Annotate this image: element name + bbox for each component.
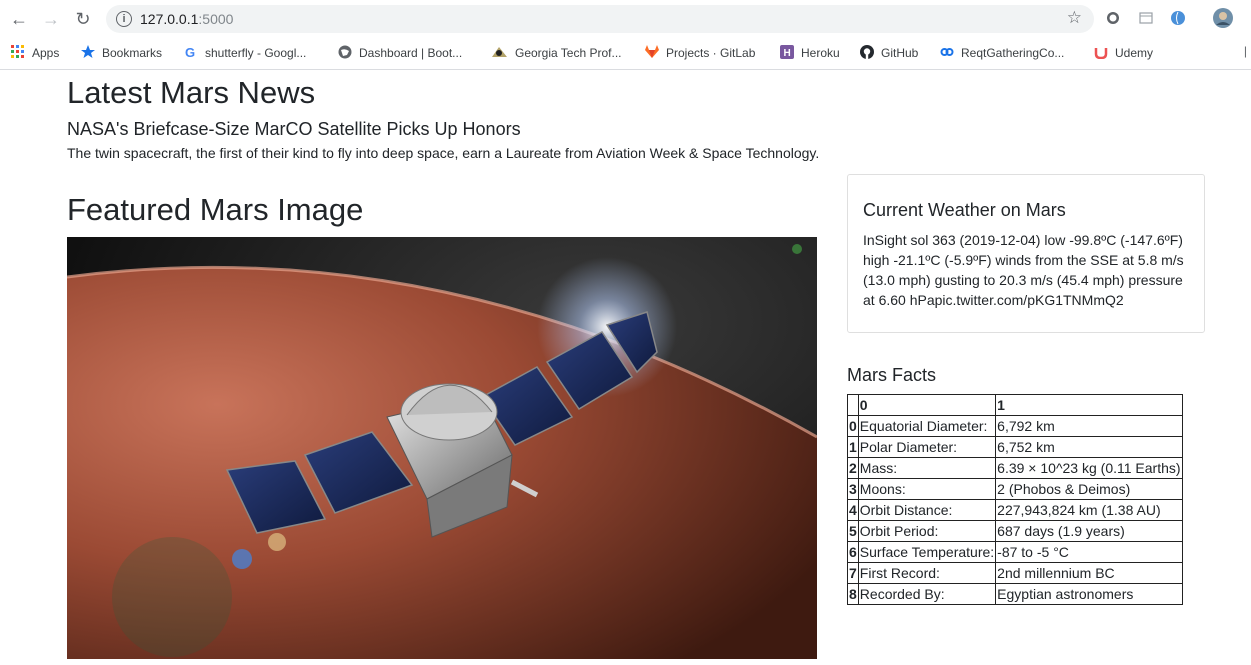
svg-text:H: H — [784, 48, 791, 59]
bookmark-gitlab[interactable]: Projects · GitLab — [645, 44, 755, 62]
link-icon — [940, 48, 954, 56]
svg-text:G: G — [185, 45, 195, 59]
bookmark-shutterfly[interactable]: Gshutterfly - Googl... — [184, 44, 306, 62]
column-header: 1 — [995, 394, 1183, 416]
table-row: 7 First Record: 2nd millennium BC — [847, 562, 1183, 584]
row-index: 2 — [847, 457, 859, 479]
news-title: NASA's Briefcase-Size MarCO Satellite Pi… — [67, 119, 521, 139]
bookmark-label: Bookmarks — [102, 46, 163, 60]
weather-heading: Current Weather on Mars — [863, 200, 1066, 220]
index-header — [847, 394, 859, 416]
fact-label: Orbit Period: — [857, 520, 997, 542]
mars-facts-heading: Mars Facts — [847, 365, 937, 385]
row-index: 5 — [847, 520, 859, 542]
google-icon: G — [185, 45, 195, 59]
fact-value: 6,752 km — [995, 436, 1183, 458]
bookmark-dashboard[interactable]: Dashboard | Boot... — [338, 44, 462, 62]
site-info-icon[interactable]: i — [116, 11, 132, 27]
forward-arrow-icon[interactable]: → — [40, 8, 62, 30]
bookmark-label: Dashboard | Boot... — [359, 46, 463, 60]
bookmark-udemy[interactable]: Udemy — [1094, 44, 1153, 62]
latest-news-heading: Latest Mars News — [67, 75, 316, 110]
extension-circle-icon[interactable] — [1105, 10, 1121, 26]
mars-facts-table: 0 1 0 Equatorial Diameter: 6,792 km 1 Polar… — [847, 394, 1183, 605]
bookmark-heroku[interactable]: H Heroku — [780, 44, 840, 62]
fact-value: -87 to -5 °C — [995, 541, 1183, 563]
bookmark-apps[interactable]: Apps — [11, 44, 59, 62]
row-index: 1 — [847, 436, 859, 458]
bookmark-bookmarks[interactable]: Bookmarks — [81, 44, 162, 62]
row-index: 8 — [847, 583, 859, 605]
fact-label: Mass: — [857, 457, 997, 479]
bookmark-reqt-gathering[interactable]: ReqtGatheringCo... — [940, 44, 1064, 62]
table-row: 2 Mass: 6.39 × 10^23 kg (0.11 Earths) — [847, 457, 1183, 479]
row-index: 7 — [847, 562, 859, 584]
bookmark-label: Udemy — [1115, 46, 1154, 60]
row-index: 0 — [847, 415, 859, 437]
bookmarks-overflow-icon[interactable]: | — [1244, 44, 1247, 58]
featured-mars-image — [67, 237, 817, 659]
bookmark-label: Projects · GitLab — [666, 46, 756, 60]
row-index: 3 — [847, 478, 859, 500]
weather-card: Current Weather on Mars InSight sol 363 … — [847, 174, 1205, 333]
fact-value: 2 (Phobos & Deimos) — [995, 478, 1183, 500]
fact-value: 6.39 × 10^23 kg (0.11 Earths) — [995, 457, 1183, 479]
back-arrow-icon[interactable]: ← — [8, 8, 30, 30]
bookmark-star-icon[interactable]: ☆ — [1067, 8, 1082, 28]
udemy-icon — [1094, 48, 1108, 59]
address-bar[interactable]: i 127.0.0.1:5000 ☆ — [106, 5, 1094, 33]
extension-globe-icon[interactable] — [1170, 10, 1186, 26]
fact-label: First Record: — [857, 562, 997, 584]
fact-label: Recorded By: — [857, 583, 997, 605]
bookmark-label: Georgia Tech Prof... — [515, 46, 622, 60]
table-row: 1 Polar Diameter: 6,752 km — [847, 436, 1183, 458]
globe-icon — [338, 45, 352, 59]
fact-value: 2nd millennium BC — [995, 562, 1183, 584]
row-index: 4 — [847, 499, 859, 521]
featured-image-heading: Featured Mars Image — [67, 192, 364, 227]
bookmark-georgia-tech[interactable]: Georgia Tech Prof... — [491, 44, 622, 62]
fact-label: Polar Diameter: — [857, 436, 997, 458]
fact-label: Moons: — [857, 478, 997, 500]
bookmark-label: GitHub — [881, 46, 919, 60]
table-row: 4 Orbit Distance: 227,943,824 km (1.38 AU) — [847, 499, 1183, 521]
extension-window-icon[interactable] — [1138, 10, 1154, 26]
reload-icon[interactable]: ↻ — [72, 8, 94, 30]
news-teaser: The twin spacecraft, the first of their … — [67, 145, 820, 161]
bookmarks-bar: Apps Bookmarks Gshutterfly - Googl... Da… — [0, 38, 1251, 70]
fact-value: 227,943,824 km (1.38 AU) — [995, 499, 1183, 521]
browser-toolbar: ← → ↻ i 127.0.0.1:5000 ☆ — [0, 0, 1251, 38]
star-icon — [81, 45, 95, 58]
table-row: 5 Orbit Period: 687 days (1.9 years) — [847, 520, 1183, 542]
profile-avatar[interactable] — [1213, 8, 1233, 28]
fact-label: Orbit Distance: — [857, 499, 997, 521]
bookmark-label: shutterfly - Googl... — [205, 46, 307, 60]
weather-report: InSight sol 363 (2019-12-04) low -99.8ºC… — [863, 232, 1184, 308]
fact-label: Equatorial Diameter: — [857, 415, 997, 437]
apps-grid-icon — [11, 45, 24, 58]
github-icon — [860, 45, 874, 59]
fact-value: 687 days (1.9 years) — [995, 520, 1183, 542]
table-row: 6 Surface Temperature: -87 to -5 °C — [847, 541, 1183, 563]
table-row: 3 Moons: 2 (Phobos & Deimos) — [847, 478, 1183, 500]
bookmark-label: Heroku — [801, 46, 840, 60]
bookmark-github[interactable]: GitHub — [860, 44, 918, 62]
fact-label: Surface Temperature: — [857, 541, 997, 563]
heroku-icon: H — [780, 45, 794, 59]
column-header: 0 — [857, 394, 997, 416]
gt-icon — [492, 47, 507, 57]
row-index: 6 — [847, 541, 859, 563]
bookmark-label: Apps — [32, 46, 60, 60]
gitlab-icon — [645, 45, 659, 58]
bookmark-label: ReqtGatheringCo... — [961, 46, 1065, 60]
table-header-row: 0 1 — [847, 394, 1183, 416]
fact-value: 6,792 km — [995, 415, 1183, 437]
table-row: 8 Recorded By: Egyptian astronomers — [847, 583, 1183, 605]
url-text[interactable]: 127.0.0.1:5000 — [140, 11, 233, 27]
fact-value: Egyptian astronomers — [995, 583, 1183, 605]
table-row: 0 Equatorial Diameter: 6,792 km — [847, 415, 1183, 437]
